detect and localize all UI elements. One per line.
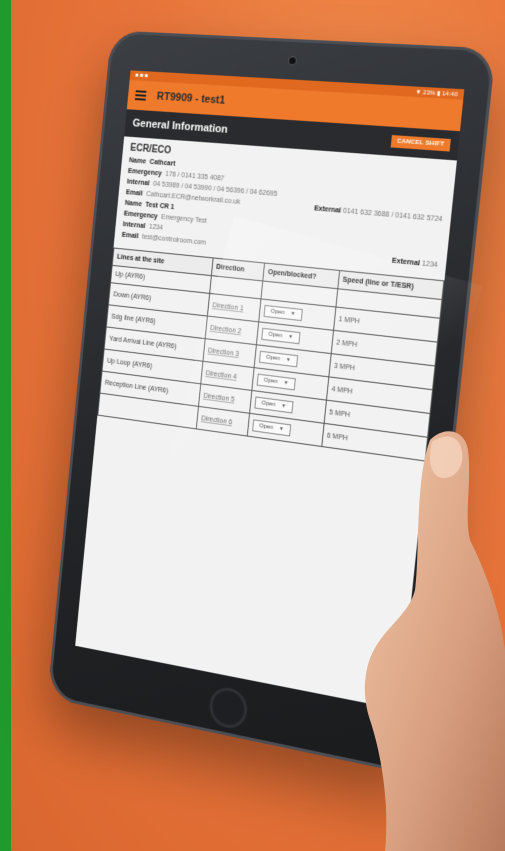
cr-emergency-label: Emergency [123, 210, 158, 221]
chevron-down-icon: ▼ [283, 379, 289, 387]
section-title: General Information [132, 117, 229, 136]
status-value: Open [268, 331, 283, 340]
cr-external-value: 1234 [421, 260, 439, 270]
tablet-screen: ■ ■ ■ ▼ 23% ▮ 14:40 RT9909 - test1 Gener… [75, 70, 465, 710]
chevron-down-icon: ▼ [287, 333, 294, 341]
status-value: Open [261, 400, 276, 409]
cr-email-label: Email [121, 231, 139, 241]
status-value: Open [263, 377, 279, 386]
chevron-down-icon: ▼ [290, 310, 296, 318]
camera-icon [288, 57, 297, 65]
status-value: Open [258, 423, 274, 432]
cr-internal-label: Internal [122, 221, 146, 231]
cr-name-value: Test CR 1 [145, 201, 175, 212]
home-button[interactable] [207, 684, 249, 732]
status-select[interactable]: Open ▼ [252, 419, 291, 437]
left-green-strip [0, 0, 11, 851]
status-select[interactable]: Open ▼ [254, 396, 294, 414]
status-value: Open [265, 354, 281, 363]
hamburger-menu-icon[interactable] [134, 88, 147, 102]
ecr-external-label: External [313, 205, 342, 215]
status-value: Open [270, 308, 285, 317]
ecr-internal-label: Internal [126, 178, 150, 188]
app-title: RT9909 - test1 [156, 90, 226, 107]
status-select[interactable]: Open ▼ [261, 327, 301, 345]
ecr-email-label: Email [125, 189, 143, 198]
ecr-emergency-label: Emergency [127, 167, 163, 178]
cr-name-label: Name [124, 199, 143, 209]
tablet-frame: ■ ■ ■ ▼ 23% ▮ 14:40 RT9909 - test1 Gener… [47, 30, 496, 777]
status-select[interactable]: Open ▼ [256, 373, 296, 391]
chevron-down-icon: ▼ [278, 425, 284, 433]
status-select[interactable]: Open ▼ [263, 304, 303, 322]
chevron-down-icon: ▼ [280, 402, 287, 410]
lines-table: Lines at the site Direction Open/blocked… [97, 248, 444, 462]
cr-external-label: External [391, 257, 421, 268]
status-select[interactable]: Open ▼ [258, 350, 298, 368]
ecr-name-label: Name [128, 157, 147, 166]
status-icons-left: ■ ■ ■ [135, 72, 149, 80]
chevron-down-icon: ▼ [285, 356, 291, 364]
tablet-device: ■ ■ ■ ▼ 23% ▮ 14:40 RT9909 - test1 Gener… [47, 30, 496, 777]
cancel-shift-button[interactable]: CANCEL SHIFT [390, 135, 451, 152]
cr-internal-value: 1234 [148, 223, 164, 232]
cr-email-value[interactable]: test@controlroom.com [142, 234, 207, 247]
cr-emergency-value: Emergency Test [160, 213, 208, 225]
ecr-emergency-value: 176 / 0141 335 4087 [165, 170, 225, 183]
ecr-name-value: Cathcart [149, 158, 176, 168]
